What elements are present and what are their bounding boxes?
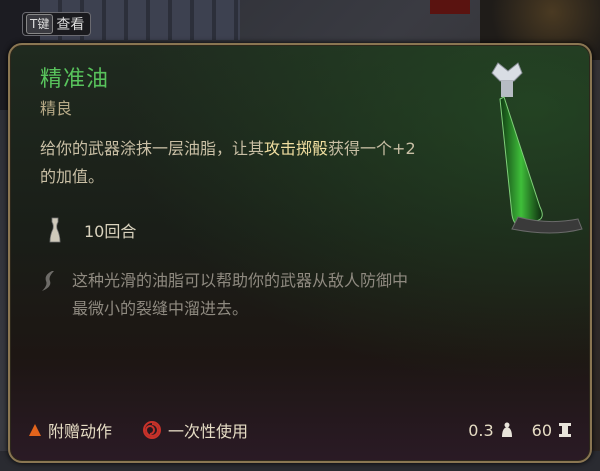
- duration-value: 10回合: [84, 222, 137, 241]
- weight-icon: [501, 422, 512, 437]
- flavor-quill-icon: [42, 271, 54, 291]
- oil-bottle-icon: [491, 62, 583, 234]
- description-text-1: 给你的武器涂抹一层油脂，让其: [40, 139, 265, 158]
- gold-coin-icon: [559, 423, 571, 437]
- bonus-action-label: 附赠动作: [48, 422, 113, 441]
- single-use-tag: 一次性使用: [142, 418, 248, 442]
- flavor-text: 这种光滑的油脂可以帮助你的武器从敌人防御中最微小的裂缝中溜进去。: [72, 271, 409, 318]
- tooltip-footer: 附赠动作 一次性使用 0.3 60: [10, 399, 590, 461]
- item-description: 给你的武器涂抹一层油脂，让其攻击掷骰获得一个+2的加值。: [40, 135, 420, 191]
- bonus-action-triangle-icon: [29, 424, 41, 436]
- item-name: 精准油: [40, 67, 110, 92]
- hotkey-label: 查看: [56, 17, 85, 33]
- description-highlight[interactable]: 攻击掷骰: [264, 139, 328, 158]
- value-amount: 60: [531, 420, 552, 440]
- duration-row: 10回合: [48, 215, 136, 245]
- background-red-accent: [430, 0, 470, 14]
- single-use-label: 一次性使用: [168, 422, 249, 441]
- single-use-spiral-icon: [143, 421, 162, 439]
- item-tooltip-panel: 精准油 精良 给你的武器涂抹一层油脂，让其攻击掷骰获得一个+2的加值。 10回合…: [8, 43, 592, 463]
- item-stats: 0.3 60: [450, 421, 572, 440]
- flavor-block: 这种光滑的油脂可以帮助你的武器从敌人防御中最微小的裂缝中溜进去。: [40, 267, 440, 323]
- bonus-action-tag: 附赠动作: [28, 418, 112, 442]
- item-rarity: 精良: [40, 99, 73, 118]
- inspect-hotkey-hint[interactable]: T键 查看: [22, 12, 92, 36]
- hotkey-key: T键: [26, 14, 54, 34]
- hourglass-icon: [49, 217, 61, 243]
- weight-value: 0.3: [468, 420, 494, 440]
